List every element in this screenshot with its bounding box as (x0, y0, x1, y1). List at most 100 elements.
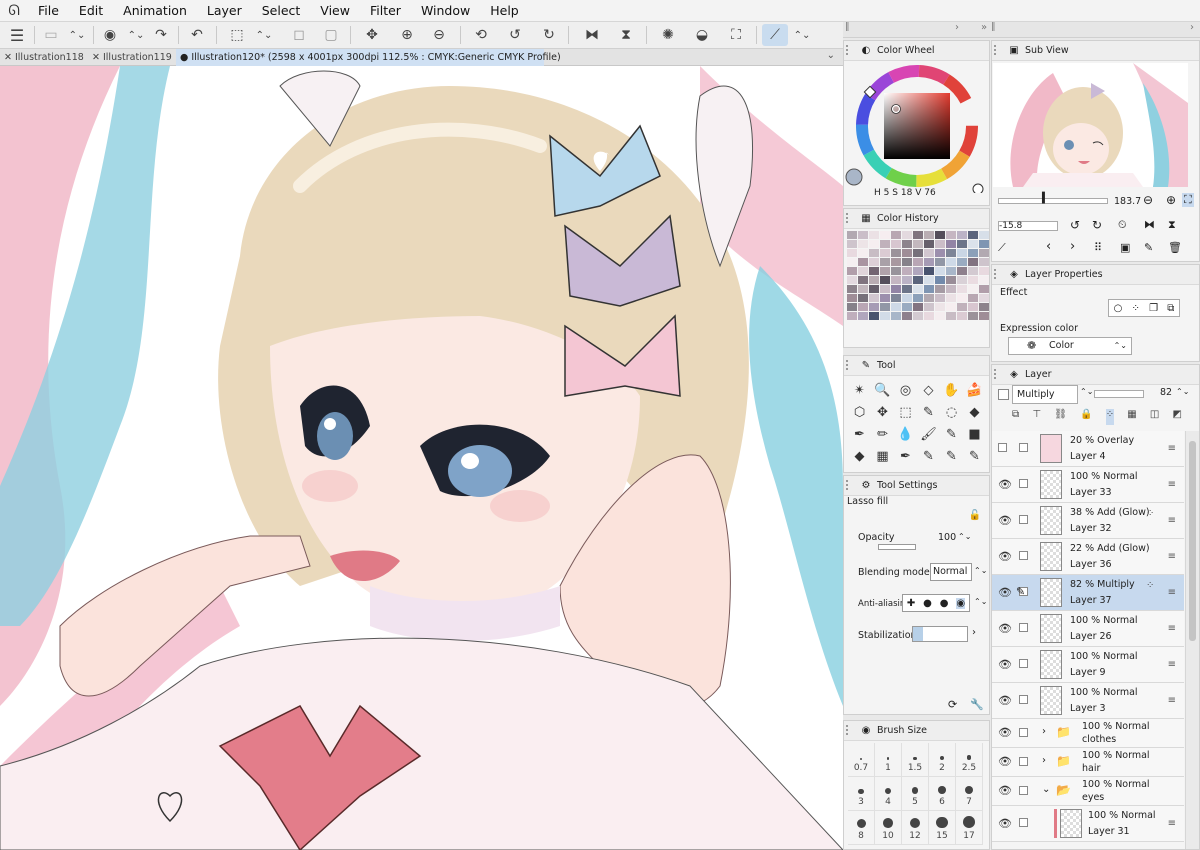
color-swatch[interactable] (880, 285, 890, 293)
close-icon[interactable]: ✕ (4, 52, 15, 63)
layer-menu-icon[interactable]: ≡ (1168, 659, 1176, 670)
layer-folder-row[interactable]: 👁 › 📁 100 % Normal clothes (992, 719, 1184, 748)
color-swatch[interactable] (880, 312, 890, 320)
object-icon[interactable]: ⬡ (848, 401, 871, 423)
color-swatch[interactable] (869, 294, 879, 302)
eye-icon[interactable]: 👁 (998, 478, 1012, 491)
color-swatch[interactable] (924, 249, 934, 257)
edit-icon[interactable]: ✎ (1144, 241, 1153, 254)
zoom-out-icon[interactable]: ⊖ (428, 24, 450, 46)
color-swatch[interactable] (847, 276, 857, 284)
brush-size-option[interactable]: 4 (875, 777, 902, 811)
color-swatch[interactable] (869, 258, 879, 266)
color-swatch[interactable] (869, 303, 879, 311)
clear-selection-icon[interactable]: ◻ (288, 24, 310, 46)
stepper-icon[interactable]: ⌃⌄ (974, 566, 987, 575)
canvas-viewport[interactable] (0, 66, 843, 850)
layer-opacity-slider[interactable] (1094, 390, 1144, 398)
color-swatch[interactable] (968, 267, 978, 275)
color-swatch[interactable] (858, 240, 868, 248)
color-swatch[interactable] (957, 267, 967, 275)
layer-menu-icon[interactable]: ≡ (1168, 551, 1176, 562)
rotation-value[interactable]: -15.8 (998, 221, 1058, 231)
color-swatch[interactable] (968, 276, 978, 284)
color-swatch[interactable] (902, 258, 912, 266)
blend-select[interactable]: Normal (930, 563, 972, 581)
prev-icon[interactable]: ‹ (1046, 239, 1051, 254)
color-swatch[interactable] (935, 240, 945, 248)
visibility-checkbox[interactable] (998, 443, 1007, 452)
zoom-in-icon[interactable]: ⊕ (1166, 193, 1176, 207)
color-swatch[interactable] (946, 276, 956, 284)
expression-color-select[interactable]: ❁ Color ⌃⌄ (1008, 337, 1132, 355)
color-swatch[interactable] (913, 303, 923, 311)
color-swatch[interactable] (913, 267, 923, 275)
next-icon[interactable]: › (1070, 239, 1075, 254)
brush-size-option[interactable]: 1.5 (902, 743, 929, 777)
color-swatch[interactable] (957, 240, 967, 248)
color-swatch[interactable] (935, 231, 945, 239)
eye-icon[interactable]: 👁 (998, 550, 1012, 563)
color-swatch[interactable] (891, 267, 901, 275)
mask-icon[interactable]: ⁘ (1105, 409, 1115, 425)
color-swatch[interactable] (957, 312, 967, 320)
color-swatch[interactable] (847, 285, 857, 293)
color-swatch[interactable] (902, 276, 912, 284)
menu-file[interactable]: File (28, 3, 69, 18)
flip-vertical-icon[interactable]: ⧗ (614, 24, 638, 46)
color-swatch[interactable] (858, 267, 868, 275)
layer-checkbox[interactable] (1019, 757, 1028, 766)
eye-icon[interactable]: 👁 (998, 726, 1012, 739)
eyedropper-icon[interactable]: ✎ (917, 401, 940, 423)
color-swatch[interactable] (935, 285, 945, 293)
layer-row[interactable]: 👁 ✎ 82 % Multiply Layer 37 ⁘ ≡ (992, 575, 1184, 611)
gradient-icon[interactable]: ■ (963, 423, 986, 445)
eye-icon[interactable]: 👁 (998, 586, 1012, 599)
flip-horizontal-icon[interactable]: ⧓ (1144, 218, 1155, 231)
eye-icon[interactable]: 👁 (998, 514, 1012, 527)
eyedropper-icon[interactable]: ⟋ (998, 241, 1006, 255)
color-swatch[interactable] (979, 267, 989, 275)
color-swatch[interactable] (891, 258, 901, 266)
layer-row[interactable]: 👁 100 % Normal Layer 33 ≡ (992, 467, 1184, 503)
color-swatch[interactable] (946, 240, 956, 248)
pencil-icon[interactable]: ✏ (871, 423, 894, 445)
collapse-icon[interactable]: › (1190, 22, 1194, 33)
color-swatch[interactable] (957, 276, 967, 284)
chevron-right-icon[interactable]: › (1042, 755, 1046, 766)
color-swatch[interactable] (913, 312, 923, 320)
color-swatch[interactable] (979, 258, 989, 266)
layer-row[interactable]: 👁 38 % Add (Glow) Layer 32 ⁘ ≡ (992, 503, 1184, 539)
transform-icon[interactable]: ✥ (360, 24, 384, 46)
menu-select[interactable]: Select (252, 3, 311, 18)
undo-stepper-icon[interactable]: ⌃⌄ (126, 24, 146, 46)
eye-icon[interactable]: 👁 (998, 784, 1012, 797)
color-wheel[interactable] (844, 63, 990, 193)
color-swatch[interactable] (924, 285, 934, 293)
color-swatch[interactable] (979, 249, 989, 257)
layer-folder-row[interactable]: 👁 ⌄ 📂 100 % Normal eyes (992, 777, 1184, 806)
eraser-icon[interactable]: ◇ (917, 379, 940, 401)
color-history-swatches[interactable] (844, 229, 989, 322)
color-swatch[interactable] (924, 303, 934, 311)
color-swatch[interactable] (902, 285, 912, 293)
opacity-value[interactable]: 100 (938, 532, 956, 543)
blend-icon[interactable]: 💧 (894, 423, 917, 445)
color-swatch[interactable] (957, 303, 967, 311)
color-swatch[interactable] (880, 231, 890, 239)
layer-checkbox[interactable] (1019, 623, 1028, 632)
color-swatch[interactable] (858, 276, 868, 284)
layer-menu-icon[interactable]: ≡ (1168, 587, 1176, 598)
color-swatch[interactable] (946, 258, 956, 266)
select-all-icon[interactable]: ⬚ (226, 24, 248, 46)
color-swatch[interactable] (891, 312, 901, 320)
snap-icon[interactable]: ⟋ (762, 24, 788, 46)
brush-size-option[interactable]: 10 (875, 811, 902, 845)
zoom-in-icon[interactable]: ⊕ (396, 24, 418, 46)
antialiasing-selector[interactable]: ✚ ● ● ◉ (902, 594, 970, 612)
grid-icon[interactable]: ⠿ (1094, 241, 1102, 254)
color-swatch[interactable] (847, 231, 857, 239)
color-swatch[interactable] (847, 294, 857, 302)
layer-row[interactable]: 20 % Overlay Layer 4 ≡ (992, 431, 1184, 467)
lasso-icon[interactable]: ◎ (894, 379, 917, 401)
